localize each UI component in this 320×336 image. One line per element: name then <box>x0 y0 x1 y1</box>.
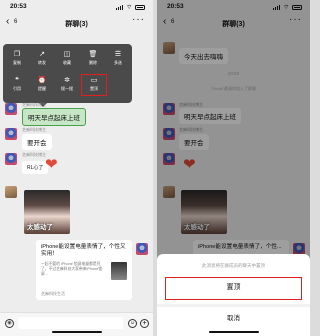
card-thumbnail <box>111 262 127 280</box>
menu-item-remind[interactable]: ⏰ 提醒 <box>31 77 53 92</box>
home-indicator <box>51 331 102 333</box>
menu-item-quote[interactable]: ❝ 引用 <box>6 77 28 92</box>
heart-sticker-icon[interactable]: ❤ <box>45 157 58 172</box>
chat-header: ‹ 6 群聊(3) ··· <box>0 13 153 33</box>
gif-sticker[interactable]: 太感动了 <box>24 190 70 234</box>
sender-name: 芝麻科技博主 <box>22 127 46 132</box>
sender-name: 芝麻科技博主 <box>22 152 46 157</box>
chat-screen-right: 20:53 ⌔ ‹ 6 群聊(3) ··· 今天出去嗨嗨 20:53 "Redi… <box>157 0 310 336</box>
avatar[interactable] <box>5 128 17 140</box>
more-button[interactable]: ··· <box>132 14 145 25</box>
message-bubble[interactable]: 要开会 <box>22 134 52 150</box>
forward-icon: ↗ <box>39 51 45 58</box>
input-bar: ◉ ☺ + <box>0 312 153 336</box>
pin-confirm-button[interactable]: 置顶 <box>165 277 302 300</box>
menu-item-delete[interactable]: 🗑 删除 <box>82 51 104 66</box>
pin-highlight-box <box>81 74 107 96</box>
card-title: iPhone能设置电量表情了，个性又实用！ <box>41 244 126 257</box>
multiselect-icon: ☰ <box>114 51 122 58</box>
card-source: 芝麻科技生活 <box>41 291 65 296</box>
battery-icon <box>135 4 145 10</box>
avatar[interactable] <box>136 243 148 255</box>
cancel-button[interactable]: 取消 <box>157 310 310 328</box>
sheet-divider <box>157 304 310 307</box>
collect-icon: ◫ <box>63 51 71 58</box>
chat-screen-left: 20:53 ⌔ ‹ 6 群聊(3) ··· ❐ 复制 ↗ 转发 ◫ 收藏 🗑 删除 ☰ 多… <box>0 0 153 336</box>
remind-icon: ⏰ <box>37 77 47 84</box>
copy-icon: ❐ <box>13 51 21 58</box>
card-description: 一起不要的 iPhone 锁屏电量都是死了，不过芝麻科技大家带来iPhone锁屏… <box>41 262 103 276</box>
menu-item-collect[interactable]: ◫ 收藏 <box>56 51 78 66</box>
action-sheet: 此消息将在群成员的聊天中置顶 置顶 取消 <box>157 254 310 336</box>
message-context-menu: ❐ 复制 ↗ 转发 ◫ 收藏 🗑 删除 ☰ 多选 ❝ 引用 ⏰ 提醒 ✲ 搜一搜 ▭ 置顶 <box>3 44 132 107</box>
quote-icon: ❝ <box>15 77 19 84</box>
menu-item-copy[interactable]: ❐ 复制 <box>6 51 28 66</box>
status-time: 20:53 <box>10 3 27 10</box>
voice-icon[interactable]: ◉ <box>5 319 14 328</box>
menu-item-forward[interactable]: ↗ 转发 <box>31 51 53 66</box>
delete-icon: 🗑 <box>88 51 98 58</box>
article-card[interactable]: iPhone能设置电量表情了，个性又实用！ 一起不要的 iPhone 锁屏电量都… <box>36 240 132 300</box>
menu-item-search[interactable]: ✲ 搜一搜 <box>56 77 78 92</box>
chat-title: 群聊(3) <box>65 21 88 28</box>
signal-icon <box>115 4 124 10</box>
menu-item-multiselect[interactable]: ☰ 多选 <box>107 51 129 66</box>
emoji-icon[interactable]: ☺ <box>128 319 137 328</box>
avatar[interactable] <box>5 186 17 198</box>
gif-caption: 太感动了 <box>27 224 53 231</box>
status-bar: 20:53 ⌔ <box>0 0 153 12</box>
message-bubble-highlighted[interactable]: 明天早点起床上班 <box>22 108 86 126</box>
message-input[interactable] <box>18 317 123 329</box>
search-icon: ✲ <box>64 77 70 84</box>
avatar[interactable] <box>5 153 17 165</box>
sheet-hint: 此消息将在群成员的聊天中置顶 <box>202 263 265 268</box>
avatar[interactable] <box>5 103 17 115</box>
plus-icon[interactable]: + <box>140 319 149 328</box>
home-indicator <box>208 331 259 333</box>
wifi-icon: ⌔ <box>126 5 132 11</box>
